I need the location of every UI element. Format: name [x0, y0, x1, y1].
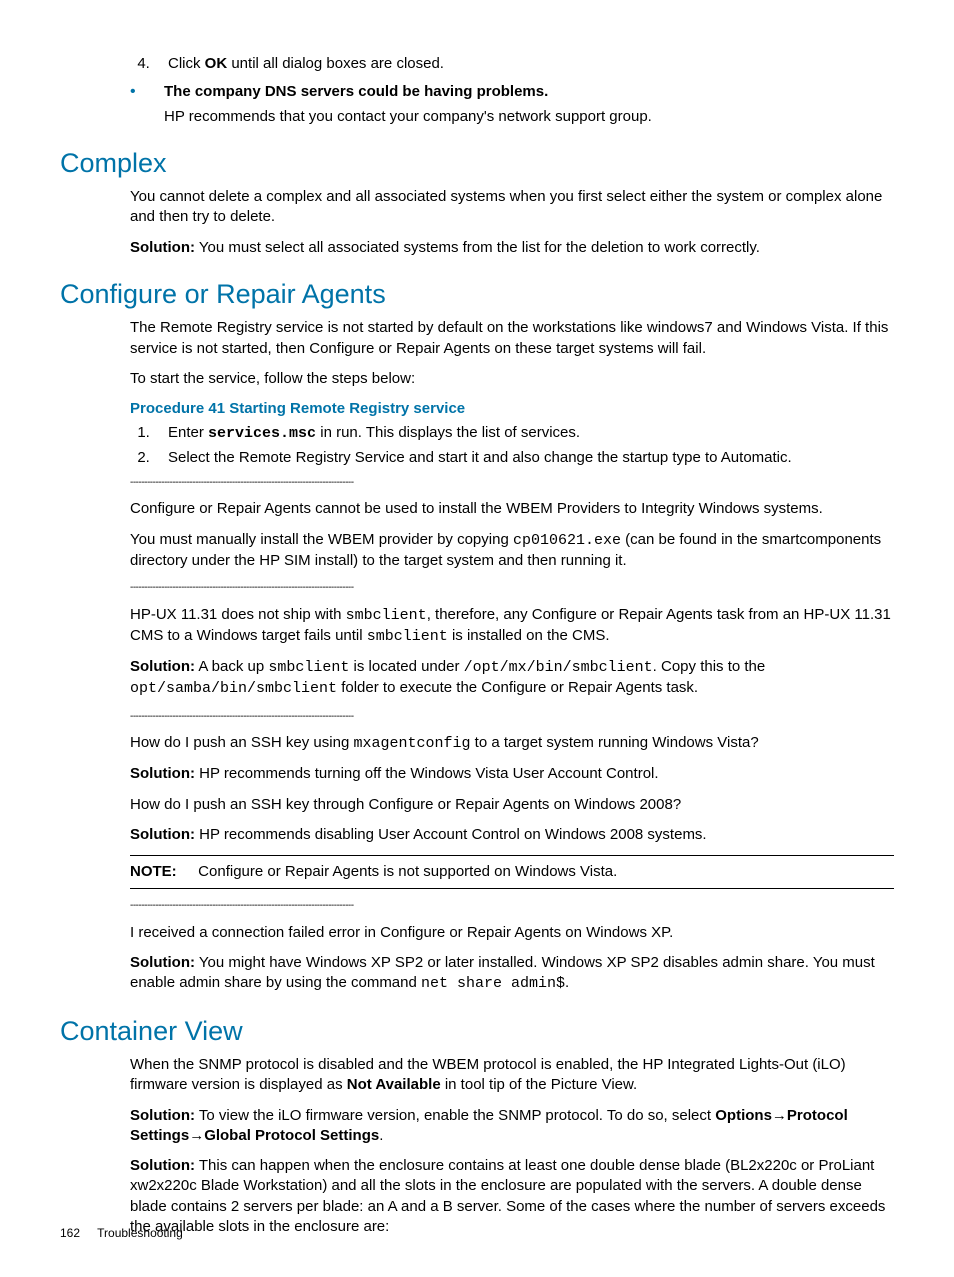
page-footer: 162 Troubleshooting — [60, 1225, 183, 1241]
proc-step-1: Enter services.msc in run. This displays… — [154, 423, 894, 444]
cra-blk2-p1: Configure or Repair Agents cannot be use… — [130, 499, 894, 519]
separator: ----------------------------------------… — [130, 899, 894, 913]
complex-solution: Solution: You must select all associated… — [130, 238, 894, 258]
note-label: NOTE: — [130, 862, 194, 882]
cra-body: The Remote Registry service is not start… — [130, 318, 894, 994]
cra-blk4-q1: How do I push an SSH key using mxagentco… — [130, 733, 894, 754]
cv-p1: When the SNMP protocol is disabled and t… — [130, 1055, 894, 1096]
note-box: NOTE: Configure or Repair Agents is not … — [130, 855, 894, 889]
cra-blk4-sol1: Solution: HP recommends turning off the … — [130, 764, 894, 784]
bullet-icon: • — [130, 82, 164, 102]
note-text: Configure or Repair Agents is not suppor… — [198, 863, 617, 880]
cra-p2: To start the service, follow the steps b… — [130, 369, 894, 389]
separator: ----------------------------------------… — [130, 476, 894, 490]
bullet-dns-desc: HP recommends that you contact your comp… — [164, 107, 894, 127]
top-continuation: Click OK until all dialog boxes are clos… — [130, 54, 894, 127]
proc-step-2: Select the Remote Registry Service and s… — [154, 448, 894, 468]
cra-blk3-sol: Solution: A back up smbclient is located… — [130, 657, 894, 700]
cra-blk3-p1: HP-UX 11.31 does not ship with smbclient… — [130, 605, 894, 648]
cra-p1: The Remote Registry service is not start… — [130, 318, 894, 359]
cv-body: When the SNMP protocol is disabled and t… — [130, 1055, 894, 1237]
heading-container-view: Container View — [60, 1013, 894, 1049]
cra-blk2-p2: You must manually install the WBEM provi… — [130, 530, 894, 572]
footer-section: Troubleshooting — [97, 1226, 183, 1240]
cra-blk4-q2: How do I push an SSH key through Configu… — [130, 795, 894, 815]
cv-sol2: Solution: This can happen when the enclo… — [130, 1156, 894, 1237]
cra-blk5-sol: Solution: You might have Windows XP SP2 … — [130, 953, 894, 995]
bullet-dns: • The company DNS servers could be havin… — [130, 82, 894, 102]
cra-blk4-sol2: Solution: HP recommends disabling User A… — [130, 825, 894, 845]
cv-sol1: Solution: To view the iLO firmware versi… — [130, 1106, 894, 1147]
complex-p1: You cannot delete a complex and all asso… — [130, 187, 894, 228]
separator: ----------------------------------------… — [130, 710, 894, 724]
cra-blk5-p1: I received a connection failed error in … — [130, 923, 894, 943]
heading-cra: Configure or Repair Agents — [60, 276, 894, 312]
complex-body: You cannot delete a complex and all asso… — [130, 187, 894, 258]
heading-complex: Complex — [60, 145, 894, 181]
page-number: 162 — [60, 1225, 80, 1241]
separator: ----------------------------------------… — [130, 581, 894, 595]
procedure-title: Procedure 41 Starting Remote Registry se… — [130, 399, 894, 419]
step-4: Click OK until all dialog boxes are clos… — [154, 54, 894, 74]
